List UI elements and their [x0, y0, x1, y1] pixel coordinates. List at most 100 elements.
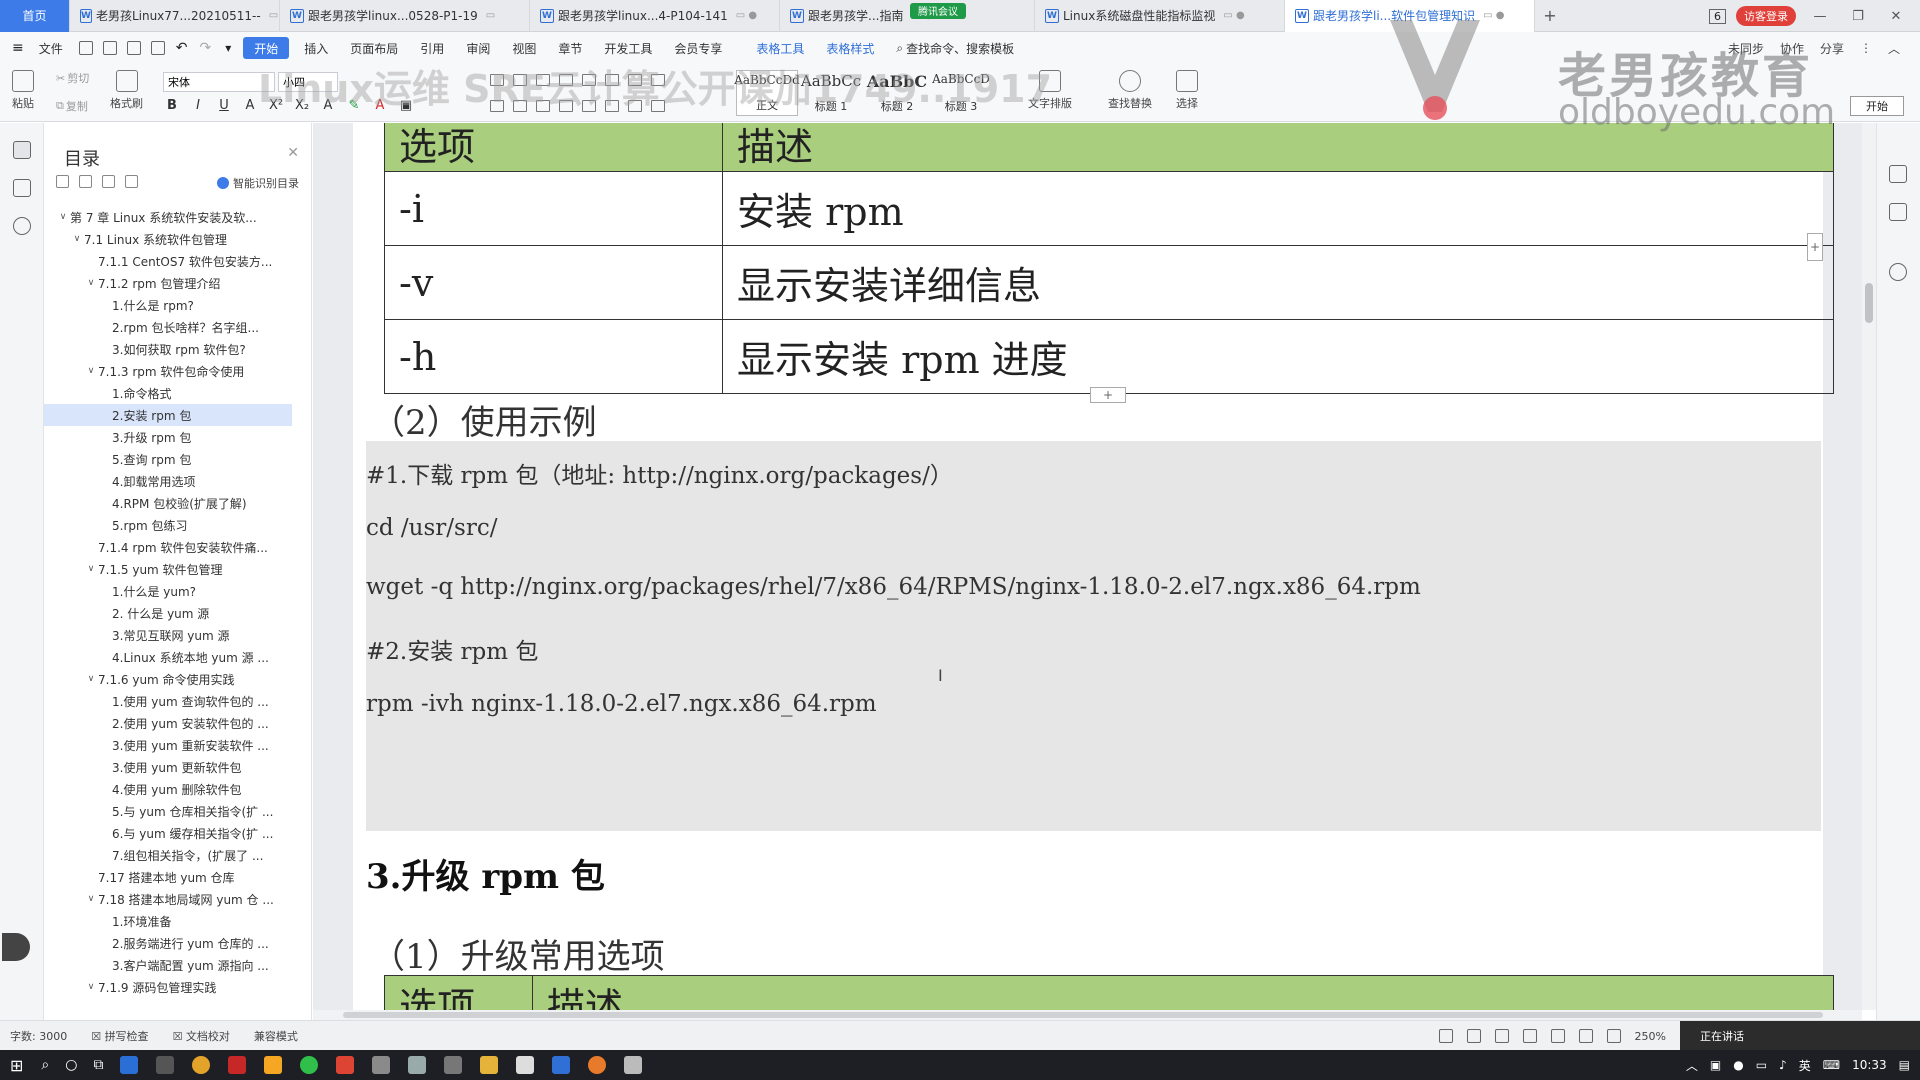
windows-start-icon[interactable]: ⊞: [10, 1056, 23, 1075]
tab-document[interactable]: W 老男孩Linux77...20210511-- ▭: [70, 0, 280, 32]
toc-item[interactable]: 7.组包相关指令，(扩展了 ...: [44, 844, 292, 866]
remove-heading-icon[interactable]: [125, 175, 138, 188]
cut-button[interactable]: ✂ 剪切: [56, 70, 89, 86]
command-search[interactable]: ⌕ 查找命令、搜索模板: [885, 32, 1025, 64]
toc-item[interactable]: 7.1.1 CentOS7 软件包安装方...: [44, 250, 292, 272]
table-header-cell[interactable]: 描述: [722, 123, 1834, 172]
notepad-icon[interactable]: [516, 1056, 535, 1074]
toc-item[interactable]: 1.使用 yum 查询软件包的 ...: [44, 690, 292, 712]
line-spacing-icon[interactable]: [605, 100, 619, 112]
menu-file[interactable]: 文件: [28, 32, 74, 64]
select-button[interactable]: 选择: [1176, 70, 1198, 111]
table-cell[interactable]: 安装 rpm: [722, 171, 1834, 246]
font-size-select[interactable]: [278, 72, 338, 92]
toc-item[interactable]: 2.rpm 包长啥样？名字组...: [44, 316, 292, 338]
underline-icon[interactable]: U: [217, 98, 231, 113]
tab-count-badge[interactable]: 6: [1709, 8, 1726, 24]
table-cell[interactable]: -v: [384, 245, 723, 320]
table-header-cell[interactable]: 选项: [384, 123, 723, 172]
read-view-icon[interactable]: [1522, 1029, 1537, 1043]
collapse-all-icon[interactable]: [79, 175, 92, 188]
toc-item[interactable]: 7.1.4 rpm 软件包安装软件痛...: [44, 536, 292, 558]
app-icon[interactable]: [264, 1056, 283, 1074]
toc-item[interactable]: 4.卸载常用选项: [44, 470, 292, 492]
ime-indicator[interactable]: 英: [1799, 1057, 1811, 1074]
cortana-icon[interactable]: ○: [65, 1057, 77, 1073]
paste-button[interactable]: 粘贴: [12, 70, 34, 111]
toc-item[interactable]: 4.使用 yum 删除软件包: [44, 778, 292, 800]
vertical-scrollbar[interactable]: [1862, 123, 1876, 1010]
quick-access-more-icon[interactable]: ▾: [225, 41, 231, 55]
minimize-icon[interactable]: —: [1806, 9, 1834, 24]
show-marks-icon[interactable]: [628, 74, 642, 86]
clear-format-icon[interactable]: A: [321, 98, 335, 113]
folder-icon[interactable]: [480, 1056, 499, 1074]
indent-icon[interactable]: [559, 74, 573, 86]
char-border-icon[interactable]: ▣: [399, 98, 413, 113]
style-heading-1[interactable]: AaBbCc 标题 1: [800, 70, 862, 116]
toc-item[interactable]: 3.常见互联网 yum 源: [44, 624, 292, 646]
toc-item[interactable]: ∨ 第 7 章 Linux 系统软件安装及软...: [44, 206, 292, 228]
table-cell[interactable]: 显示安装 rpm 进度: [722, 319, 1834, 394]
sort-icon[interactable]: [605, 74, 619, 86]
align-left-icon[interactable]: [490, 100, 504, 112]
superscript-icon[interactable]: X²: [269, 98, 283, 113]
menu-table-tools[interactable]: 表格工具: [745, 32, 815, 64]
text-layout-button[interactable]: 文字排版: [1028, 70, 1072, 111]
more-icon[interactable]: ⋮: [1860, 41, 1872, 55]
clock[interactable]: 10:33: [1852, 1058, 1887, 1072]
toc-item[interactable]: 4.RPM 包校验(扩展了解): [44, 492, 292, 514]
menu-developer[interactable]: 开发工具: [593, 32, 663, 64]
copy-button[interactable]: ⧉ 复制: [56, 98, 88, 114]
toc-item[interactable]: 3.客户端配置 yum 源指向 ...: [44, 954, 292, 976]
horizontal-scrollbar[interactable]: [313, 1010, 1862, 1020]
app-icon[interactable]: [156, 1056, 175, 1074]
justify-icon[interactable]: [559, 100, 573, 112]
display-icon[interactable]: ▭: [1756, 1058, 1767, 1072]
app-icon[interactable]: [372, 1056, 391, 1074]
border-icon[interactable]: [651, 100, 665, 112]
tab-home[interactable]: 首页: [0, 0, 70, 32]
close-icon[interactable]: ✕: [287, 145, 299, 161]
menu-chapter[interactable]: 章节: [547, 32, 593, 64]
print-icon[interactable]: [126, 41, 141, 55]
toc-item[interactable]: 2.服务端进行 yum 仓库的 ...: [44, 932, 292, 954]
chevron-down-icon[interactable]: ∨: [84, 564, 98, 574]
find-replace-button[interactable]: 查找替换: [1108, 70, 1152, 111]
style-heading-3[interactable]: AaBbCcD 标题 3: [930, 70, 992, 116]
toc-item[interactable]: 4.Linux 系统本地 yum 源 ...: [44, 646, 292, 668]
keyboard-icon[interactable]: ⌨: [1823, 1058, 1840, 1072]
style-normal[interactable]: AaBbCcDd 正文: [734, 70, 800, 116]
page-view-icon[interactable]: [1466, 1029, 1481, 1043]
spell-check-toggle[interactable]: ☒ 拼写检查: [91, 1028, 148, 1044]
menu-review[interactable]: 审阅: [455, 32, 501, 64]
chevron-down-icon[interactable]: ∨: [70, 234, 84, 244]
chevron-down-icon[interactable]: ∨: [84, 982, 98, 992]
menu-references[interactable]: 引用: [409, 32, 455, 64]
expand-all-icon[interactable]: [56, 175, 69, 188]
toc-item[interactable]: 3.使用 yum 重新安装软件 ...: [44, 734, 292, 756]
share-button[interactable]: 分享: [1820, 40, 1844, 57]
microphone-icon[interactable]: ●: [1733, 1058, 1743, 1072]
app-icon[interactable]: [624, 1056, 643, 1074]
chevron-up-icon[interactable]: ︿: [1686, 1057, 1698, 1074]
collaborate-button[interactable]: 协作: [1780, 40, 1804, 57]
table-icon[interactable]: [651, 74, 665, 86]
chinese-layout-icon[interactable]: [582, 74, 596, 86]
navigation-toggle-icon[interactable]: [2, 933, 30, 961]
scroll-thumb[interactable]: [343, 1012, 1823, 1018]
chevron-down-icon[interactable]: ∨: [56, 212, 70, 222]
search-icon[interactable]: ⌕: [41, 1057, 49, 1073]
bold-icon[interactable]: B: [165, 98, 179, 113]
hamburger-icon[interactable]: ≡: [12, 40, 24, 56]
menu-page-layout[interactable]: 页面布局: [339, 32, 409, 64]
add-row-button[interactable]: +: [1090, 387, 1126, 403]
network-icon[interactable]: ▣: [1710, 1058, 1721, 1072]
toc-item[interactable]: 3.如何获取 rpm 软件包?: [44, 338, 292, 360]
edit-icon[interactable]: [1889, 165, 1907, 183]
help-icon[interactable]: [1889, 263, 1907, 281]
align-right-icon[interactable]: [536, 100, 550, 112]
search-icon[interactable]: [13, 217, 31, 235]
toc-item[interactable]: ∨ 7.1 Linux 系统软件包管理: [44, 228, 292, 250]
toc-item[interactable]: 5.与 yum 仓库相关指令(扩 ...: [44, 800, 292, 822]
